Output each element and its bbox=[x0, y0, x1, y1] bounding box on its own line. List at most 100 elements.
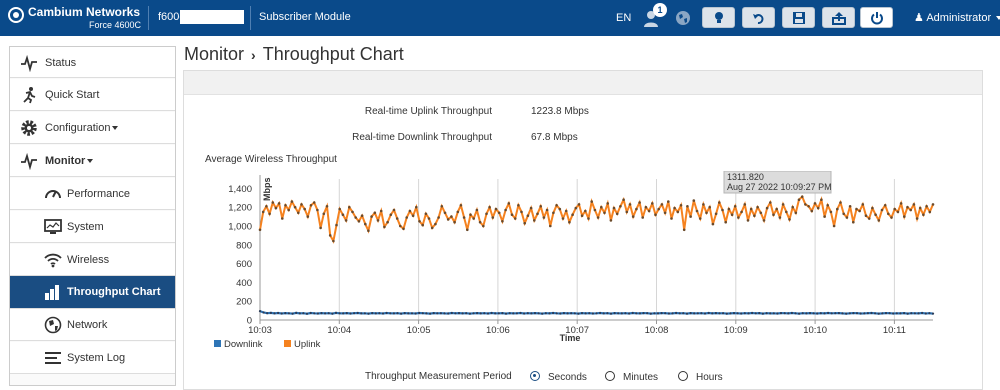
save-button[interactable] bbox=[782, 7, 815, 28]
legend-label: Downlink bbox=[224, 339, 263, 350]
throughput-chart[interactable]: 02004006008001,0001,2001,400 Mbps10:03 10:… bbox=[198, 171, 958, 356]
legend-label: Uplink bbox=[294, 339, 321, 350]
downlink-point bbox=[769, 312, 772, 315]
sidebar-item-system-log[interactable]: System Log bbox=[10, 342, 175, 374]
uplink-point bbox=[753, 214, 756, 217]
uplink-point bbox=[852, 220, 855, 224]
downlink-point bbox=[447, 312, 450, 315]
uplink-point bbox=[421, 223, 424, 227]
uplink-point bbox=[446, 218, 450, 221]
downlink-point bbox=[906, 312, 909, 315]
downlink-point bbox=[573, 312, 576, 315]
downlink-point bbox=[504, 312, 508, 315]
lightbulb-icon bbox=[715, 12, 723, 23]
sidebar-item-network[interactable]: Network bbox=[10, 309, 175, 341]
period-seconds-radio[interactable]: Seconds bbox=[530, 371, 587, 383]
uplink-point bbox=[775, 207, 778, 211]
notification-badge[interactable]: 1 bbox=[653, 3, 667, 17]
downlink-point bbox=[367, 312, 370, 315]
period-hours-radio[interactable]: Hours bbox=[678, 371, 723, 383]
period-minutes-radio[interactable]: Minutes bbox=[605, 371, 658, 383]
uplink-point bbox=[797, 198, 801, 201]
downlink-point bbox=[656, 312, 660, 315]
sidebar-item-throughput-chart[interactable]: Throughput Chart bbox=[10, 276, 175, 309]
uplink-point bbox=[341, 213, 345, 216]
downlink-point bbox=[895, 312, 898, 315]
uplink-point bbox=[568, 220, 571, 224]
downlink-point bbox=[635, 312, 638, 315]
uplink-point bbox=[434, 222, 437, 226]
uplink-point bbox=[909, 208, 912, 212]
uplink-point bbox=[756, 205, 759, 209]
uplink-point bbox=[450, 215, 453, 218]
downlink-point bbox=[613, 312, 616, 315]
uplink-point bbox=[855, 207, 858, 211]
downlink-point bbox=[881, 312, 884, 315]
downlink-point bbox=[910, 312, 913, 315]
downlink-point bbox=[649, 312, 652, 315]
downlink-point bbox=[595, 312, 598, 315]
radio-icon bbox=[678, 371, 688, 381]
sidebar-item-quick-start[interactable]: Quick Start bbox=[10, 79, 175, 111]
downlink-point bbox=[646, 312, 649, 315]
uplink-point bbox=[928, 210, 932, 214]
uplink-point bbox=[820, 198, 823, 201]
uplink-point bbox=[462, 216, 466, 219]
downlink-point bbox=[508, 312, 511, 315]
sidebar-item-performance[interactable]: Performance bbox=[10, 178, 175, 210]
header-divider bbox=[250, 6, 251, 30]
uplink-point bbox=[702, 203, 705, 206]
downlink-point bbox=[486, 312, 490, 315]
downlink-point bbox=[736, 312, 739, 315]
downlink-point bbox=[392, 312, 395, 315]
locate-button[interactable] bbox=[702, 7, 735, 28]
downlink-point bbox=[696, 312, 699, 315]
globe-icon[interactable] bbox=[675, 10, 691, 26]
breadcrumb-parent[interactable]: Monitor bbox=[184, 44, 244, 64]
downlink-point bbox=[798, 312, 801, 315]
radio-icon bbox=[605, 371, 615, 381]
upload-button[interactable] bbox=[822, 7, 855, 28]
uplink-point bbox=[600, 205, 603, 209]
x-tick-label: 10:04 bbox=[327, 325, 351, 336]
downlink-point bbox=[816, 312, 819, 315]
downlink-point bbox=[349, 312, 352, 315]
sidebar-item-configuration[interactable]: Configuration bbox=[10, 112, 175, 144]
power-icon bbox=[871, 12, 883, 25]
reboot-button[interactable] bbox=[860, 7, 893, 28]
uplink-point bbox=[896, 210, 900, 214]
user-menu[interactable]: ♟ Administrator bbox=[914, 11, 1000, 24]
undo-button[interactable] bbox=[742, 7, 775, 28]
sidebar-item-monitor[interactable]: Monitor bbox=[10, 145, 175, 177]
uplink-point bbox=[670, 217, 673, 220]
uplink-point bbox=[549, 224, 552, 228]
downlink-point bbox=[740, 312, 743, 315]
downlink-point bbox=[476, 312, 479, 315]
downlink-point bbox=[324, 312, 327, 315]
y-tick-label: 1,400 bbox=[228, 184, 252, 195]
downlink-point bbox=[501, 312, 504, 315]
uplink-point bbox=[791, 205, 794, 209]
sidebar-item-status[interactable]: Status bbox=[10, 47, 175, 78]
downlink-point bbox=[693, 312, 696, 315]
downlink-point bbox=[747, 312, 750, 315]
downlink-point bbox=[859, 312, 862, 315]
downlink-point bbox=[845, 312, 848, 315]
downlink-point bbox=[266, 312, 269, 315]
uplink-point bbox=[386, 220, 389, 224]
uplink-point bbox=[370, 215, 373, 218]
chevron-down-icon bbox=[87, 159, 94, 164]
uplink-point bbox=[829, 210, 833, 214]
cambium-logo[interactable]: Cambium Networks Force 4600C bbox=[6, 3, 141, 33]
uplink-point bbox=[772, 213, 775, 216]
sidebar-item-wireless[interactable]: Wireless bbox=[10, 244, 175, 276]
sidebar-item-label: Wireless bbox=[67, 254, 110, 266]
downlink-point bbox=[541, 312, 544, 315]
language-selector[interactable]: EN bbox=[616, 12, 631, 24]
downlink-point bbox=[262, 311, 265, 314]
sidebar-item-system[interactable]: System bbox=[10, 211, 175, 243]
uplink-point bbox=[622, 198, 625, 201]
downlink-point bbox=[342, 312, 345, 315]
downlink-point bbox=[718, 312, 721, 315]
uplink-point bbox=[287, 208, 290, 212]
